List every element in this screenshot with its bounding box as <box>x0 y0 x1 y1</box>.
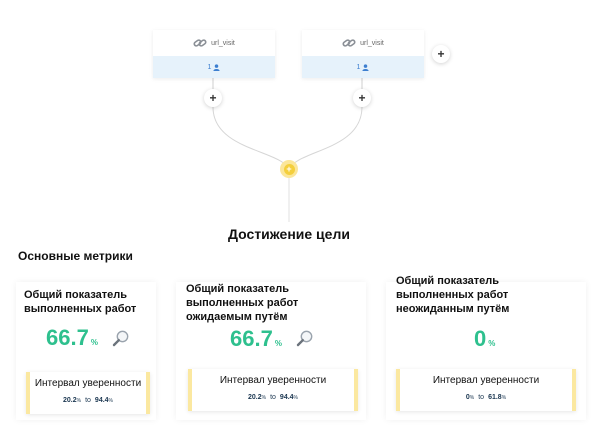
ci-low-unit: % <box>469 395 475 401</box>
ci-low-unit: % <box>76 398 82 404</box>
merge-add-button[interactable]: + <box>280 160 298 178</box>
node-user-count: 1 <box>302 56 424 78</box>
ci-label: Интервал уверенности <box>432 375 540 386</box>
ci-range: 20.2% to 94.4% <box>30 397 146 404</box>
ci-high-unit: % <box>501 395 507 401</box>
add-step-right-button[interactable]: + <box>432 45 450 63</box>
section-title: Основные метрики <box>18 249 133 263</box>
ci-high: 94.4 <box>94 397 109 404</box>
ci-to: to <box>478 394 485 401</box>
node-user-count: 1 <box>153 56 275 78</box>
metric-card-unexpected-path: Общий показатель выполненных работ неожи… <box>386 275 586 420</box>
metric-value-number: 0 <box>474 326 487 351</box>
metric-value: 66.7 % <box>230 326 282 352</box>
funnel-step-node[interactable]: url_visit 1 <box>153 30 275 78</box>
metric-value-unit: % <box>90 338 98 347</box>
flow-connectors <box>212 78 363 222</box>
confidence-interval-box: Интервал уверенности 20.2% to 94.4% <box>188 369 358 411</box>
plus-icon: + <box>283 163 295 175</box>
node-count-value: 1 <box>356 63 361 71</box>
metric-title: Общий показатель выполненных работ <box>24 289 137 315</box>
ci-label: Интервал уверенности <box>34 378 142 389</box>
ci-range: 20.2% to 94.4% <box>192 394 354 401</box>
metric-value-number: 66.7 <box>46 325 89 350</box>
magnifier-icon[interactable] <box>112 329 130 347</box>
metric-value-unit: % <box>488 339 496 348</box>
node-event-name: url_visit <box>360 39 384 47</box>
ci-to: to <box>270 394 276 401</box>
magnifier-icon[interactable] <box>296 329 314 347</box>
user-icon <box>362 63 370 71</box>
ci-low: 20.2 <box>63 397 77 404</box>
add-step-below-button[interactable]: + <box>353 89 371 107</box>
ci-high: 61.8 <box>488 394 502 401</box>
user-icon <box>213 63 221 71</box>
ci-high-unit: % <box>108 398 113 404</box>
node-count-value: 1 <box>207 63 212 71</box>
funnel-step-node[interactable]: url_visit 1 <box>302 30 424 78</box>
ci-label: Интервал уверенности <box>219 375 327 386</box>
metric-title: Общий показатель выполненных работ неожи… <box>396 275 510 315</box>
node-header: url_visit <box>302 30 424 56</box>
ci-high-unit: % <box>293 395 298 401</box>
ci-high: 94.4 <box>279 394 294 401</box>
confidence-interval-box: Интервал уверенности 0% to 61.8% <box>396 369 576 411</box>
confidence-interval-box: Интервал уверенности 20.2% to 94.4% <box>26 372 150 414</box>
metric-title: Общий показатель выполненных работ ожида… <box>186 283 299 323</box>
link-icon <box>193 39 207 47</box>
metric-value-number: 66.7 <box>230 326 273 351</box>
metric-card-expected-path: Общий показатель выполненных работ ожида… <box>176 282 366 420</box>
link-icon <box>342 39 356 47</box>
node-header: url_visit <box>153 30 275 56</box>
goal-node-title: Достижение цели <box>228 226 350 242</box>
metric-value-unit: % <box>274 339 282 348</box>
ci-range: 0% to 61.8% <box>400 394 572 401</box>
metric-card-total: Общий показатель выполненных работ 66.7 … <box>16 282 156 420</box>
node-event-name: url_visit <box>211 39 235 47</box>
ci-low: 20.2 <box>248 394 262 401</box>
metric-value: 66.7 % <box>46 325 98 351</box>
metric-value: 0 % <box>474 326 495 352</box>
ci-low-unit: % <box>261 395 267 401</box>
add-step-below-button[interactable]: + <box>204 89 222 107</box>
ci-to: to <box>85 397 91 404</box>
